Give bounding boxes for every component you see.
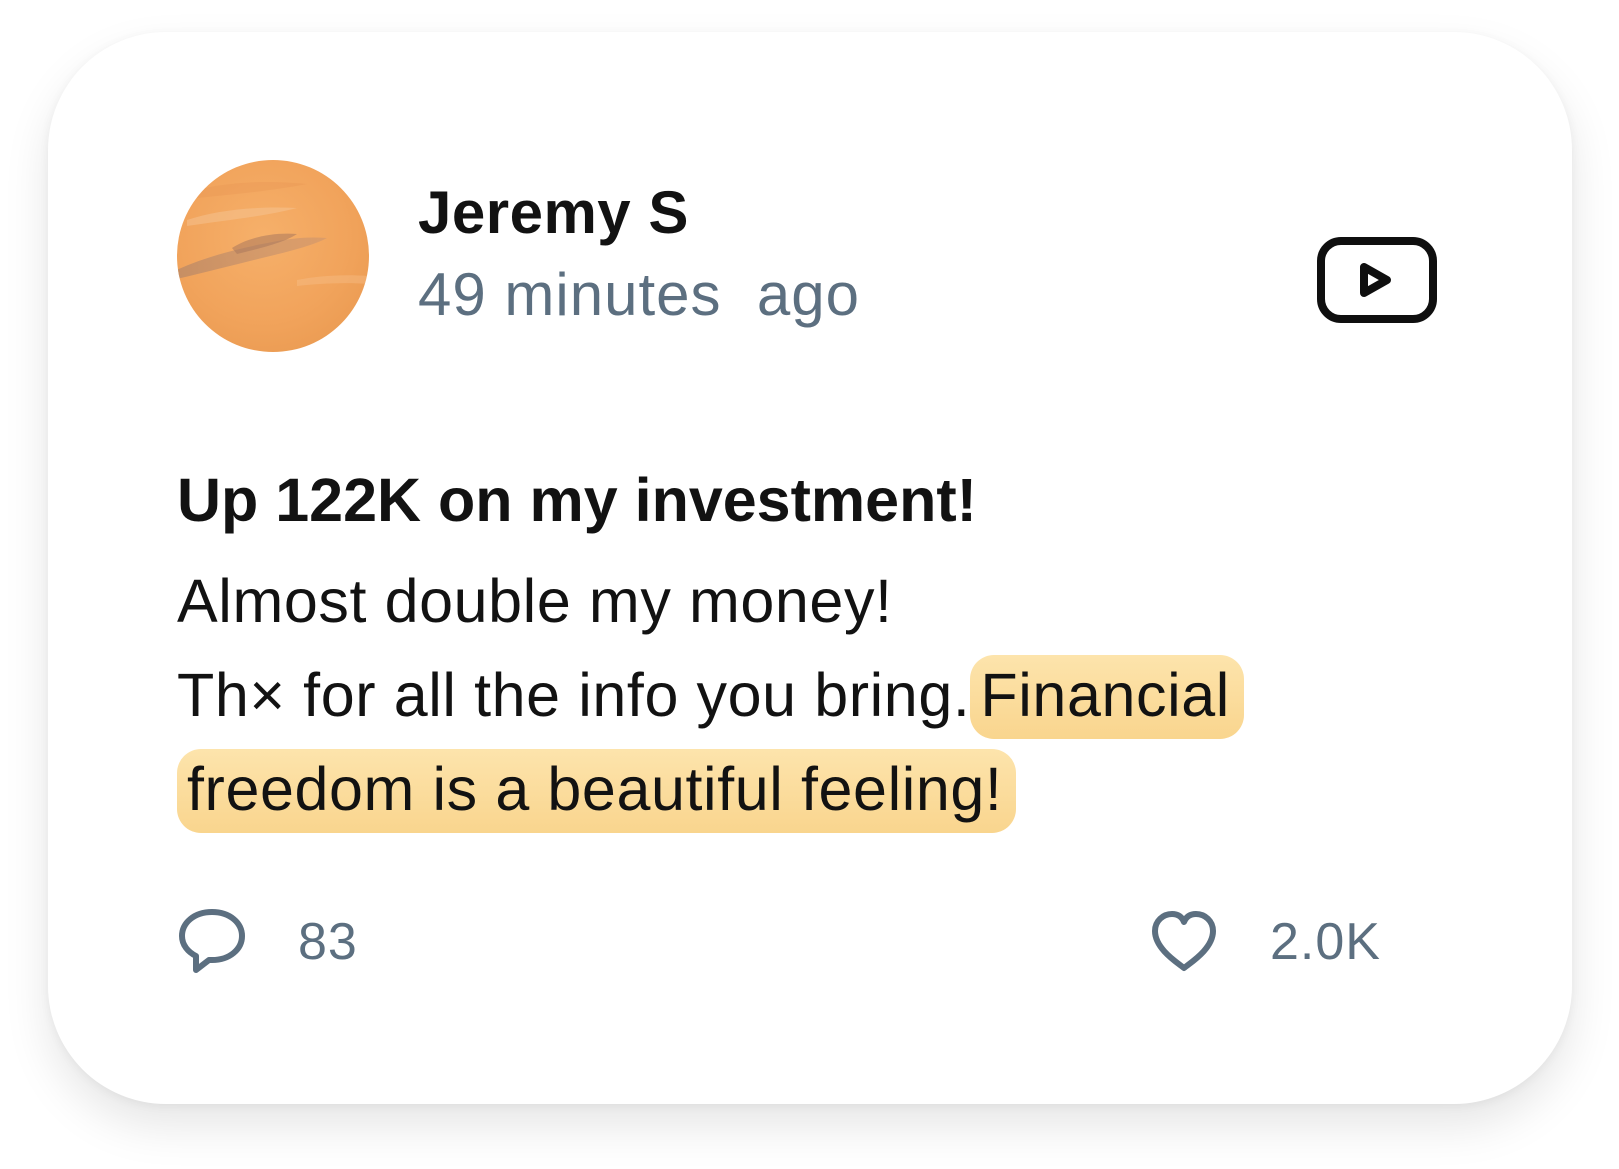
like-button[interactable]: 2.0K [1148,904,1381,980]
heart-icon [1152,911,1216,971]
avatar-image [177,160,369,352]
post-body-line: Th× for all the info you bring. Financial [177,648,1437,742]
comments-button[interactable]: 83 [176,904,358,980]
likes-count: 2.0K [1270,913,1381,971]
post-body: Almost double my money! Th× for all the … [177,554,1437,836]
post-card: Jeremy S 49 minutes ago Up 122K on my in… [48,32,1572,1104]
avatar[interactable] [177,160,369,352]
post-title: Up 122K on my investment! [177,466,977,534]
video-button[interactable] [1311,227,1441,327]
post-body-line: Almost double my money! [177,567,893,635]
post-body-text: Th× for all the info you bring. [177,661,971,729]
comments-count: 83 [298,913,358,971]
comment-bubble-icon [179,909,245,973]
post-body-line: freedom is a beautiful feeling! [177,742,1437,836]
author-name[interactable]: Jeremy S [418,177,689,249]
highlighted-text: Financial [970,655,1244,739]
post-timestamp: 49 minutes ago [418,261,860,328]
highlighted-text: freedom is a beautiful feeling! [177,749,1017,833]
video-play-icon [1317,237,1437,323]
